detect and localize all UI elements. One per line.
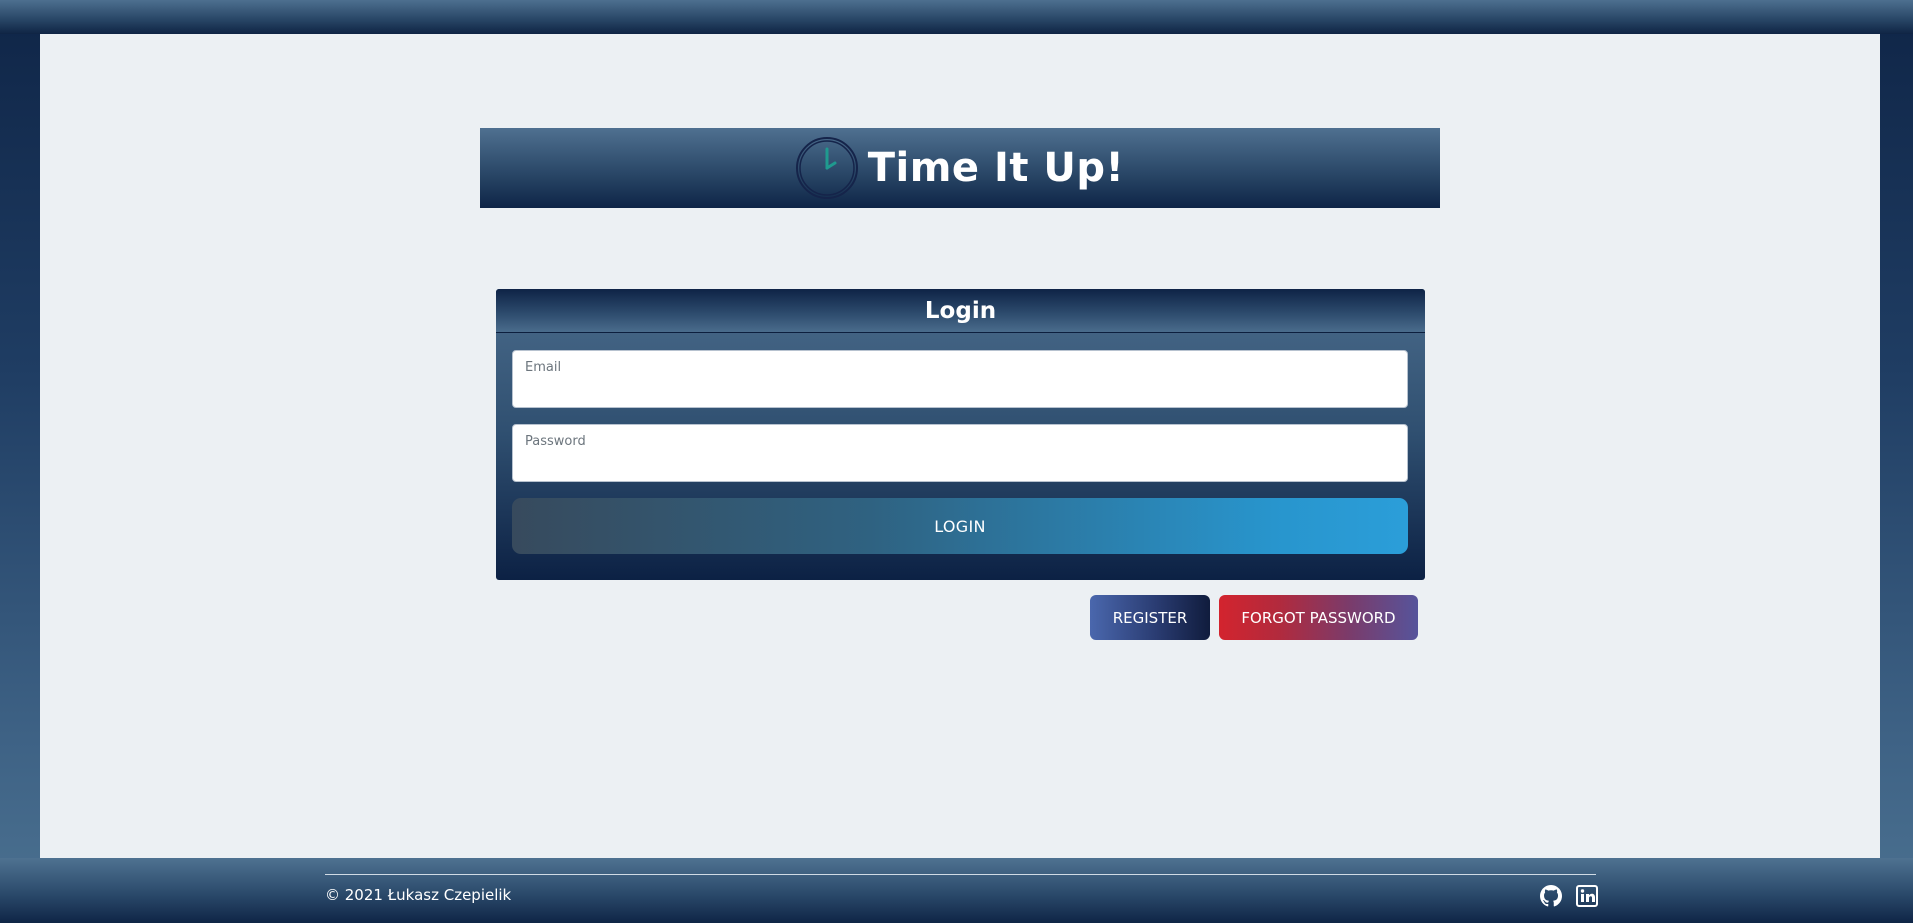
register-button[interactable]: REGISTER [1090,595,1210,640]
app-banner: Time It Up! [480,128,1440,208]
login-header: Login [496,289,1425,333]
app-title: Time It Up! [867,145,1125,191]
email-field[interactable]: Email [512,350,1408,408]
linkedin-icon[interactable] [1576,885,1598,907]
login-title: Login [924,297,997,324]
email-label: Email [525,360,562,375]
footer-divider [325,874,1596,875]
clock-icon [795,137,858,199]
login-card: Login Email Password LOGIN [496,289,1425,580]
top-bar [0,0,1913,34]
main-content: Time It Up! Login Email Password LOGIN [40,34,1880,858]
password-field[interactable]: Password [512,424,1408,482]
forgot-password-button[interactable]: FORGOT PASSWORD [1219,595,1418,640]
github-icon[interactable] [1540,885,1562,907]
copyright-text: © 2021 Łukasz Czepielik [325,886,512,904]
password-label: Password [525,434,586,449]
footer: © 2021 Łukasz Czepielik [0,858,1913,923]
login-button[interactable]: LOGIN [512,498,1408,554]
